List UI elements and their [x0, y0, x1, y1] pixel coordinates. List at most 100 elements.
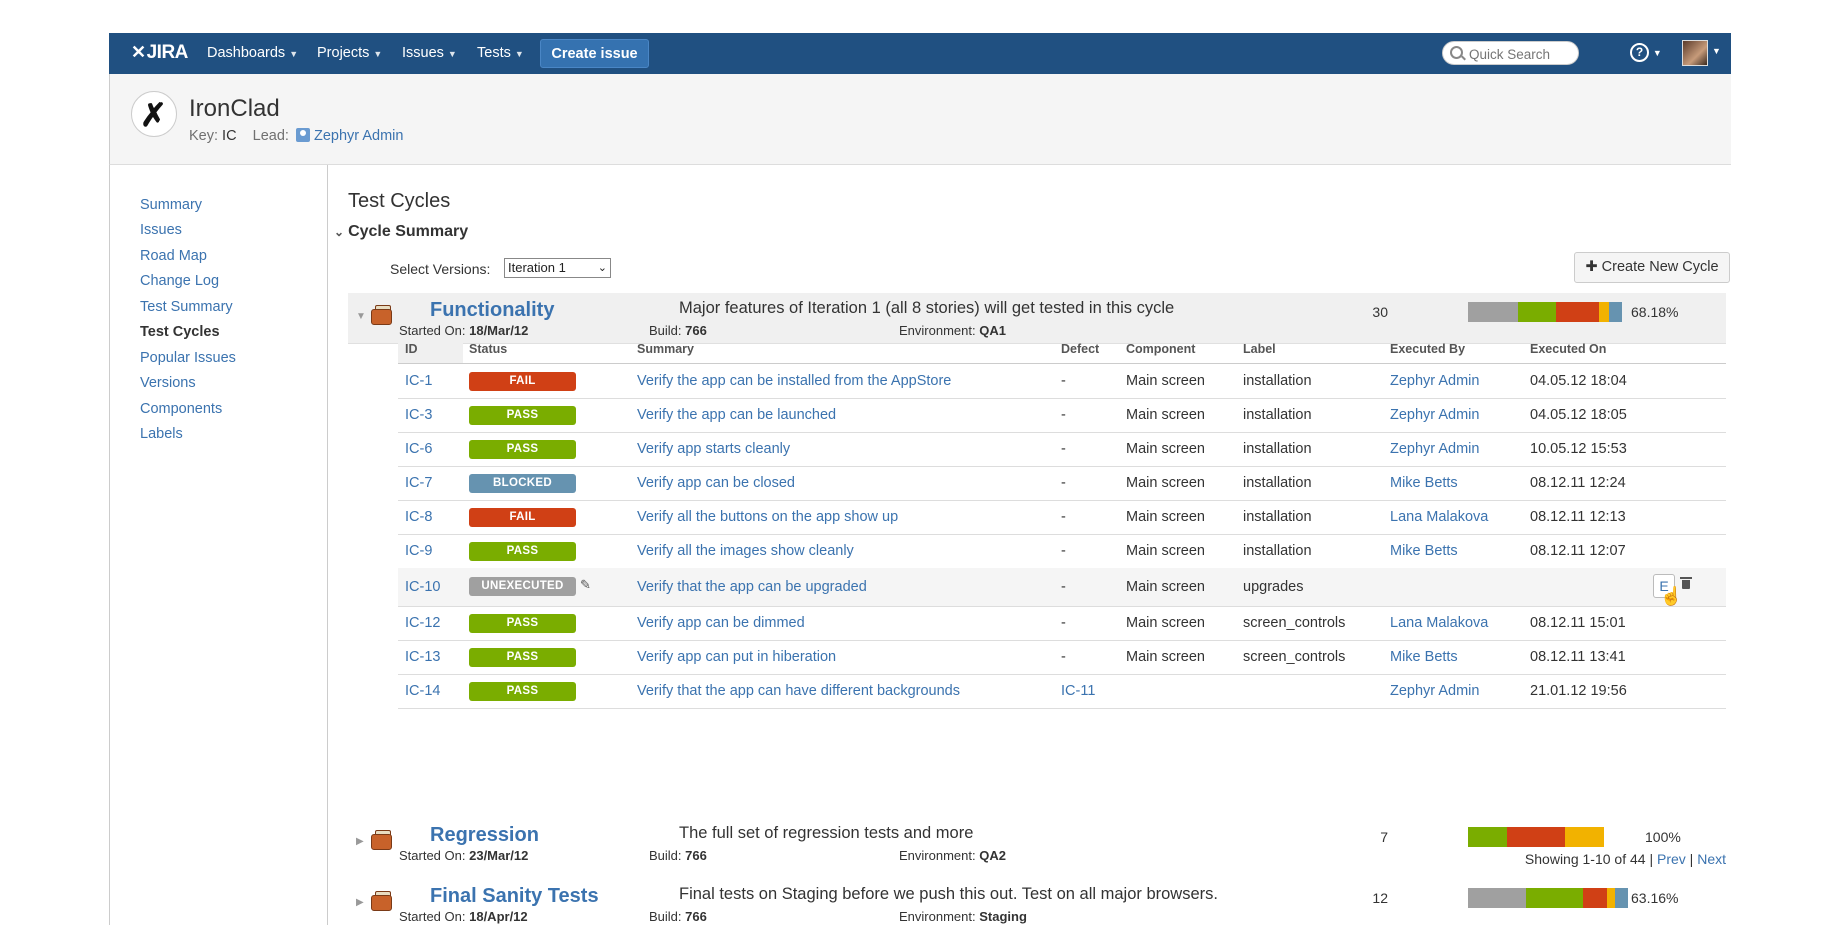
row-executed-by-link[interactable]: Lana Malakova — [1390, 615, 1488, 631]
row-summary-link[interactable]: Verify all the images show cleanly — [637, 543, 854, 559]
row-summary-link[interactable]: Verify app starts cleanly — [637, 441, 790, 457]
nav-projects[interactable]: Projects ▼ — [317, 45, 382, 61]
row-summary-link[interactable]: Verify all the buttons on the app show u… — [637, 509, 898, 525]
sidebar-item-labels[interactable]: Labels — [140, 426, 183, 442]
jira-logo[interactable]: ✕JIRA — [131, 42, 188, 64]
cycle-final-sanity-tests[interactable]: ▶ Final Sanity Tests Final tests on Stag… — [348, 879, 1726, 929]
table-row[interactable]: IC-9 Verify all the images show cleanly - M… — [398, 534, 1726, 569]
sidebar-item-versions[interactable]: Versions — [140, 375, 196, 391]
table-row[interactable]: IC-6 Verify app starts cleanly - Main scree… — [398, 432, 1726, 467]
col-id[interactable]: ID — [405, 342, 418, 356]
status-badge[interactable]: PASS — [469, 542, 576, 561]
row-executed-by-link[interactable]: Mike Betts — [1390, 475, 1458, 491]
row-id-link[interactable]: IC-3 — [405, 407, 432, 423]
col-label[interactable]: Label — [1243, 342, 1276, 356]
sidebar-item-summary[interactable]: Summary — [140, 197, 202, 213]
table-row[interactable]: IC-1 Verify the app can be installed from… — [398, 364, 1726, 399]
row-executed-by-link[interactable]: Zephyr Admin — [1390, 407, 1479, 423]
environment-value: Staging — [979, 909, 1027, 924]
quick-search[interactable] — [1442, 41, 1579, 65]
sidebar-item-test-summary[interactable]: Test Summary — [140, 299, 233, 315]
table-row[interactable]: IC-14 Verify that the app can have differ… — [398, 674, 1726, 709]
progress-segment-blocked — [1615, 888, 1628, 908]
sidebar-item-test-cycles[interactable]: Test Cycles — [140, 324, 220, 340]
row-executed-by-link[interactable]: Lana Malakova — [1390, 509, 1488, 525]
cycle-name[interactable]: Functionality — [430, 299, 554, 322]
table-row[interactable]: IC-3 Verify the app can be launched - Main … — [398, 398, 1726, 433]
status-badge[interactable]: FAIL — [469, 372, 576, 391]
sidebar-item-issues[interactable]: Issues — [140, 222, 182, 238]
sidebar-item-popular-issues[interactable]: Popular Issues — [140, 350, 236, 366]
row-executed-by-link[interactable]: Zephyr Admin — [1390, 441, 1479, 457]
row-summary-link[interactable]: Verify that the app can have different b… — [637, 683, 960, 699]
test-cycle-icon — [371, 830, 393, 850]
status-badge[interactable]: BLOCKED — [469, 474, 576, 493]
status-badge[interactable]: UNEXECUTED — [469, 577, 576, 596]
nav-tests[interactable]: Tests ▼ — [477, 45, 524, 61]
expand-triangle-icon[interactable]: ▶ — [356, 836, 364, 847]
row-summary-link[interactable]: Verify the app can be installed from the… — [637, 373, 951, 389]
row-id-link[interactable]: IC-13 — [405, 649, 440, 665]
create-new-cycle-button[interactable]: ✚ Create New Cycle — [1574, 252, 1730, 283]
row-summary-link[interactable]: Verify the app can be launched — [637, 407, 836, 423]
cycle-percent: 63.16% — [1631, 890, 1679, 906]
project-name[interactable]: IronClad — [189, 95, 280, 123]
row-id-link[interactable]: IC-8 — [405, 509, 432, 525]
table-row[interactable]: IC-13 Verify app can put in hiberation - Ma… — [398, 640, 1726, 675]
status-badge[interactable]: PASS — [469, 440, 576, 459]
nav-issues[interactable]: Issues ▼ — [402, 45, 457, 61]
cycle-summary-header[interactable]: ⌄ Cycle Summary — [334, 223, 468, 241]
sidebar-item-road-map[interactable]: Road Map — [140, 248, 207, 264]
row-summary-link[interactable]: Verify that the app can be upgraded — [637, 579, 867, 595]
row-id-link[interactable]: IC-14 — [405, 683, 440, 699]
row-summary-link[interactable]: Verify app can put in hiberation — [637, 649, 836, 665]
cycle-environment: Environment: Staging — [899, 909, 1027, 924]
collapse-triangle-icon[interactable]: ▼ — [356, 311, 366, 322]
row-defect[interactable]: IC-11 — [1061, 683, 1095, 699]
row-id-link[interactable]: IC-1 — [405, 373, 432, 389]
status-badge[interactable]: FAIL — [469, 508, 576, 527]
chevron-down-icon[interactable]: ▼ — [1712, 46, 1721, 56]
quick-search-input[interactable] — [1467, 44, 1579, 64]
sidebar-item-change-log[interactable]: Change Log — [140, 273, 219, 289]
col-summary[interactable]: Summary — [637, 342, 694, 356]
row-executed-by-link[interactable]: Mike Betts — [1390, 649, 1458, 665]
nav-dashboards[interactable]: Dashboards ▼ — [207, 45, 298, 61]
col-status[interactable]: Status — [469, 342, 507, 356]
version-select[interactable]: Iteration 1 ⌄ — [504, 258, 611, 278]
row-id-link[interactable]: IC-10 — [405, 579, 440, 595]
status-badge[interactable]: PASS — [469, 648, 576, 667]
trash-icon[interactable] — [1680, 577, 1692, 589]
status-badge[interactable]: PASS — [469, 614, 576, 633]
col-component[interactable]: Component — [1126, 342, 1195, 356]
expand-triangle-icon[interactable]: ▶ — [356, 897, 364, 908]
row-executed-by-link[interactable]: Zephyr Admin — [1390, 683, 1479, 699]
row-executed-by-link[interactable]: Zephyr Admin — [1390, 373, 1479, 389]
table-row[interactable]: IC-12 Verify app can be dimmed - Main scree… — [398, 606, 1726, 641]
row-id-link[interactable]: IC-7 — [405, 475, 432, 491]
edit-status-pencil-icon[interactable]: ✎ — [580, 577, 591, 593]
help-menu[interactable]: ? ▼ — [1630, 43, 1662, 62]
row-executed-by-link[interactable]: Mike Betts — [1390, 543, 1458, 559]
row-summary-link[interactable]: Verify app can be closed — [637, 475, 795, 491]
user-avatar[interactable] — [1682, 40, 1708, 66]
row-summary-link[interactable]: Verify app can be dimmed — [637, 615, 805, 631]
table-row[interactable]: IC-7 Verify app can be closed - Main screen… — [398, 466, 1726, 501]
table-row[interactable]: IC-10 Verify that the app can be upgraded… — [398, 568, 1726, 607]
row-id-link[interactable]: IC-6 — [405, 441, 432, 457]
project-lead-link[interactable]: Zephyr Admin — [314, 128, 403, 144]
cycle-regression[interactable]: ▶ Regression The full set of regression … — [348, 818, 1726, 868]
page-title: Test Cycles — [348, 190, 451, 212]
col-executed-on[interactable]: Executed On — [1530, 342, 1606, 356]
cycle-name[interactable]: Final Sanity Tests — [430, 885, 599, 908]
col-defect[interactable]: Defect — [1061, 342, 1099, 356]
row-id-link[interactable]: IC-12 — [405, 615, 440, 631]
col-executed-by[interactable]: Executed By — [1390, 342, 1465, 356]
status-badge[interactable]: PASS — [469, 682, 576, 701]
sidebar-item-components[interactable]: Components — [140, 401, 222, 417]
create-issue-button[interactable]: Create issue — [540, 39, 649, 68]
status-badge[interactable]: PASS — [469, 406, 576, 425]
row-id-link[interactable]: IC-9 — [405, 543, 432, 559]
cycle-name[interactable]: Regression — [430, 824, 539, 847]
table-row[interactable]: IC-8 Verify all the buttons on the app sh… — [398, 500, 1726, 535]
